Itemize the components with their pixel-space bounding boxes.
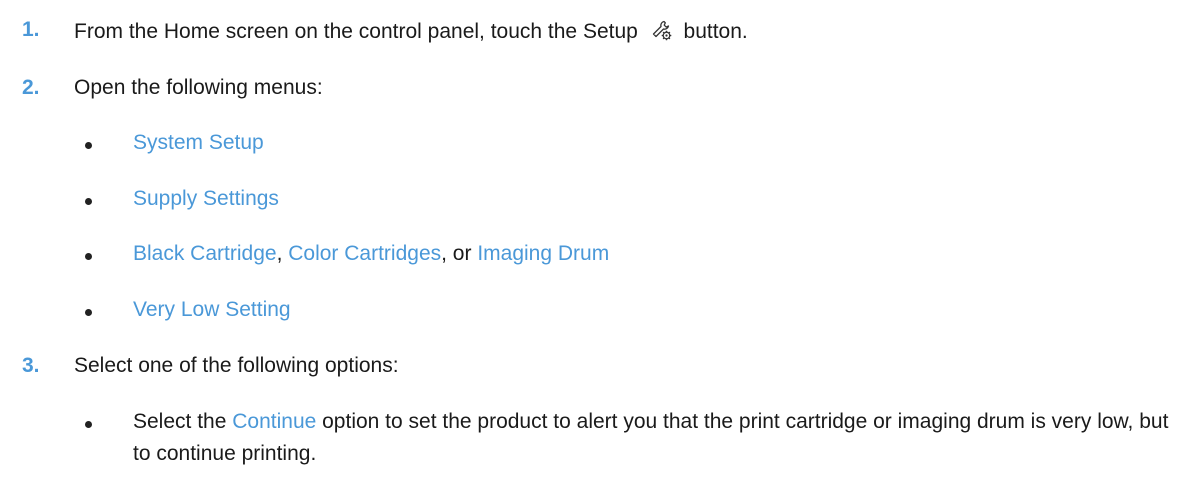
menu-item-very-low-setting[interactable]: Very Low Setting (133, 298, 291, 322)
step-text-after: button. (683, 20, 748, 43)
menu-item-imaging-drum[interactable]: Imaging Drum (477, 242, 609, 265)
bullet-dot (85, 142, 92, 149)
menu-item-system-setup[interactable]: System Setup (133, 131, 264, 155)
menu-item-black-cartridge[interactable]: Black Cartridge (133, 242, 277, 265)
step-text: Select one of the following options: (74, 354, 399, 377)
step-text: Open the following menus: (74, 76, 323, 99)
bullet-dot (85, 253, 92, 260)
option-text-before: Select the (133, 410, 233, 433)
step-number: 2. (22, 76, 40, 99)
step-number: 3. (22, 354, 40, 377)
step-number: 1. (22, 18, 40, 41)
step-text-before: From the Home screen on the control pane… (74, 20, 638, 43)
cartridge-options-line: Black Cartridge, Color Cartridges, or Im… (133, 242, 609, 266)
separator: , or (441, 242, 478, 265)
menu-item-color-cartridges[interactable]: Color Cartridges (288, 242, 441, 265)
bullet-dot (85, 421, 92, 428)
bullet-dot (85, 198, 92, 205)
step-text: From the Home screen on the control pane… (74, 18, 748, 48)
setup-wrench-gear-icon (650, 18, 674, 48)
continue-option-text: Select the Continue option to set the pr… (133, 406, 1173, 470)
menu-item-supply-settings[interactable]: Supply Settings (133, 187, 279, 211)
separator: , (276, 242, 289, 265)
option-continue[interactable]: Continue (232, 410, 316, 433)
bullet-dot (85, 309, 92, 316)
